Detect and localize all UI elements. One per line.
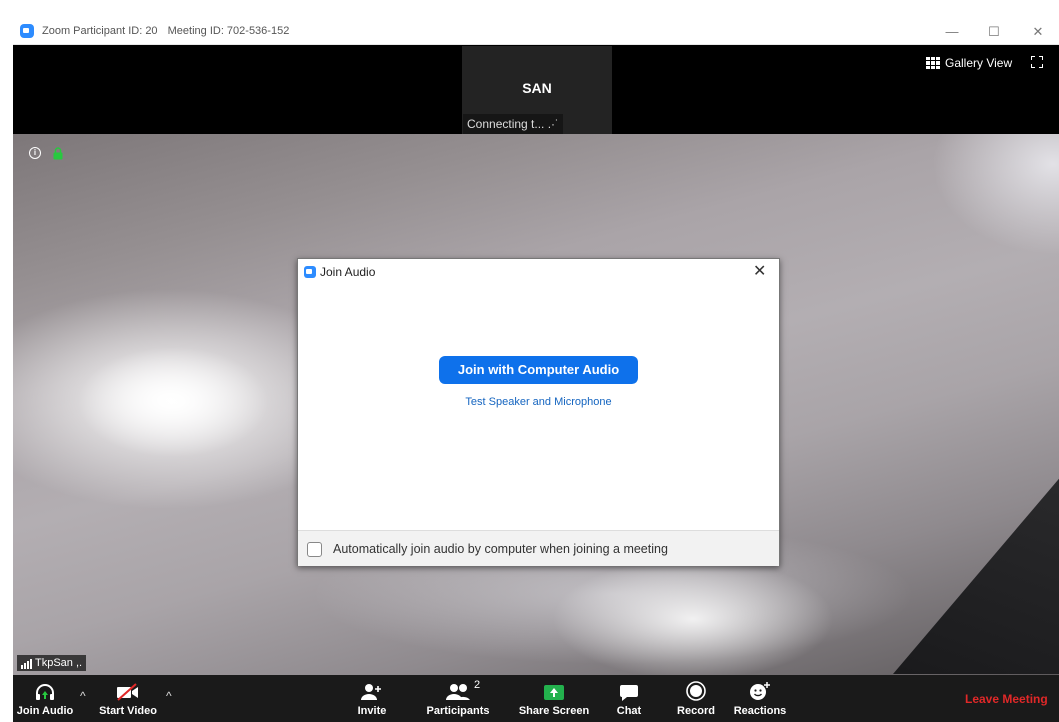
- reactions-icon: [750, 682, 770, 700]
- invite-button[interactable]: Invite: [353, 675, 391, 722]
- dialog-close-icon[interactable]: ✕: [753, 261, 766, 281]
- meeting-toolbar: Join Audio ^ Start Video ^ Invite Partic…: [13, 675, 1059, 722]
- audio-options-caret-icon[interactable]: ^: [80, 689, 86, 703]
- participants-label: Participants: [426, 705, 490, 717]
- floor-shadow: [893, 474, 1059, 674]
- zoom-app-icon: [20, 24, 34, 38]
- test-speaker-link[interactable]: Test Speaker and Microphone: [298, 396, 779, 408]
- chat-button[interactable]: Chat: [613, 675, 645, 722]
- join-audio-button[interactable]: Join Audio: [16, 675, 74, 722]
- video-options-caret-icon[interactable]: ^: [166, 689, 172, 703]
- participant-name-tag: TkpSan ,.: [17, 655, 87, 671]
- record-label: Record: [677, 705, 715, 717]
- participants-count: 2: [474, 679, 481, 691]
- leave-meeting-button[interactable]: Leave Meeting: [965, 692, 1048, 706]
- window-title: Zoom Participant ID: 20 Meeting ID: 702-…: [42, 25, 296, 37]
- maximize-button[interactable]: ☐: [979, 19, 1009, 44]
- start-video-label: Start Video: [99, 705, 157, 717]
- join-audio-label: Join Audio: [16, 705, 74, 717]
- record-button[interactable]: Record: [676, 675, 716, 722]
- chat-label: Chat: [616, 705, 642, 717]
- auto-join-label[interactable]: Automatically join audio by computer whe…: [333, 542, 668, 556]
- thumbnail-strip: SAN Connecting t... .·˙ Gallery View: [13, 45, 1059, 134]
- video-off-icon: [117, 683, 138, 701]
- title-bar: Zoom Participant ID: 20 Meeting ID: 702-…: [13, 19, 1059, 45]
- invite-label: Invite: [357, 705, 387, 717]
- join-computer-audio-button[interactable]: Join with Computer Audio: [439, 356, 638, 384]
- gallery-view-label: Gallery View: [945, 56, 1013, 70]
- info-icon[interactable]: i: [29, 147, 41, 159]
- share-screen-icon: [544, 685, 564, 700]
- add-user-icon: [361, 684, 381, 700]
- thumbnail-name: SAN: [522, 80, 552, 96]
- fullscreen-icon[interactable]: [1031, 56, 1043, 68]
- join-audio-dialog: Join Audio ✕ Join with Computer Audio Te…: [297, 258, 780, 566]
- grid-icon: [926, 57, 940, 69]
- zoom-dialog-icon: [304, 266, 316, 278]
- gallery-view-button[interactable]: Gallery View: [926, 54, 1012, 72]
- signal-icon: [21, 659, 32, 669]
- reactions-label: Reactions: [733, 705, 787, 717]
- meeting-id-text: Meeting ID: 702-536-152: [167, 25, 290, 37]
- share-screen-label: Share Screen: [518, 705, 590, 717]
- lock-icon[interactable]: [53, 147, 63, 160]
- dialog-footer: Automatically join audio by computer whe…: [298, 530, 779, 566]
- close-window-button[interactable]: ✕: [1023, 19, 1053, 44]
- participants-icon: [446, 684, 470, 700]
- record-icon: [686, 681, 706, 701]
- start-video-button[interactable]: Start Video: [99, 675, 157, 722]
- participant-name: TkpSan ,.: [35, 657, 83, 669]
- share-screen-button[interactable]: Share Screen: [518, 675, 590, 722]
- thumbnail-status: Connecting t... .·˙: [463, 114, 564, 134]
- minimize-button[interactable]: —: [937, 19, 967, 44]
- participant-id-text: Zoom Participant ID: 20: [42, 25, 158, 37]
- headphones-icon: [36, 684, 54, 700]
- auto-join-checkbox[interactable]: [307, 542, 322, 557]
- reactions-button[interactable]: Reactions: [734, 675, 786, 722]
- participant-thumbnail[interactable]: SAN Connecting t... .·˙: [462, 46, 612, 134]
- dialog-title: Join Audio: [320, 265, 376, 279]
- chat-icon: [620, 685, 638, 701]
